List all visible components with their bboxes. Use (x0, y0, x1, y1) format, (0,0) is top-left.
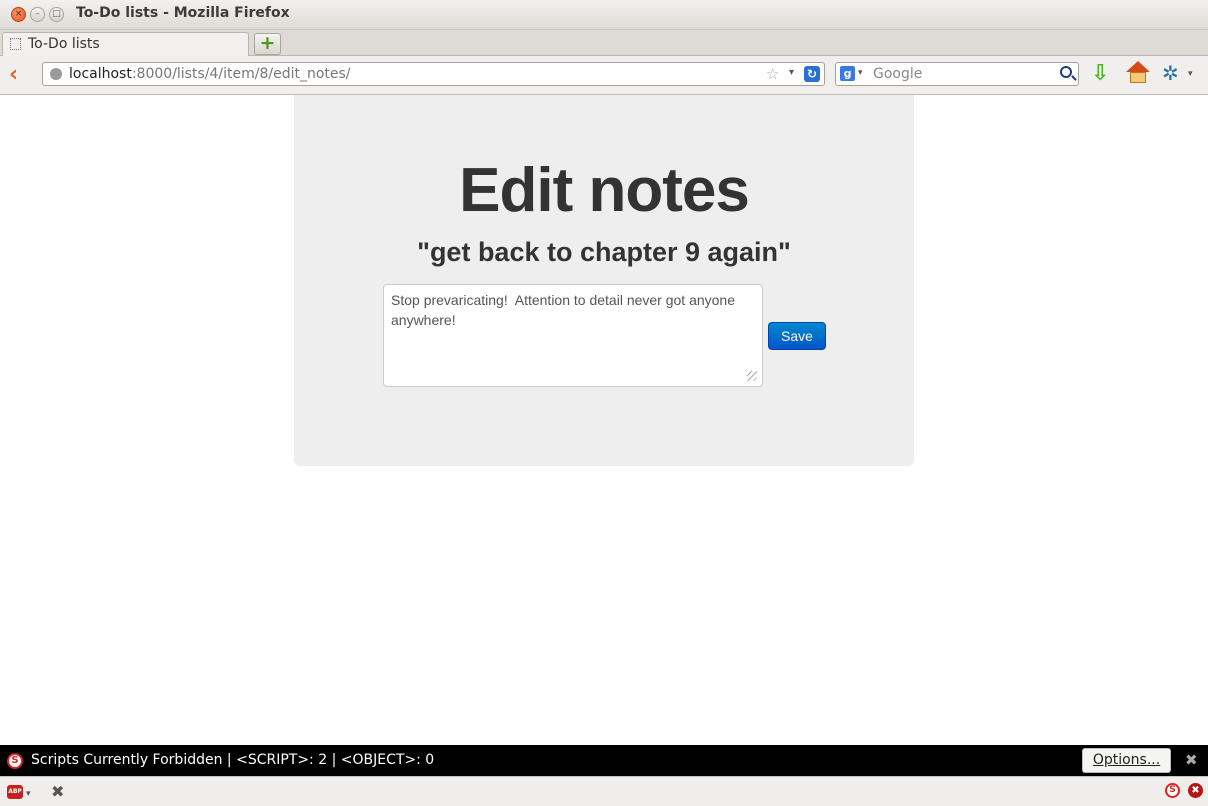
adblock-plus-icon[interactable]: ABP (7, 785, 23, 799)
home-body (1130, 72, 1146, 83)
tab-strip: To-Do lists + (0, 30, 1208, 56)
home-roof (1126, 61, 1150, 72)
tab-label: To-Do lists (28, 36, 100, 52)
noscript-status-icon[interactable]: S (1165, 783, 1180, 798)
edit-notes-panel: Edit notes "get back to chapter 9 again"… (294, 95, 914, 466)
google-icon[interactable]: g (840, 66, 855, 81)
notes-textarea[interactable]: Stop prevaricating! Attention to detail … (383, 284, 763, 387)
noscript-notification-bar: S Scripts Currently Forbidden | <SCRIPT>… (0, 745, 1208, 776)
item-title: "get back to chapter 9 again" (417, 237, 791, 267)
window-title: To-Do lists - Mozilla Firefox (76, 5, 290, 21)
search-engine-dropdown-icon[interactable]: ▾ (858, 68, 863, 78)
download-icon[interactable]: ⇩ (1091, 61, 1109, 86)
page-title: Edit notes (459, 156, 750, 225)
addon-bar: ABP ▾ ✖ S ✖ (0, 776, 1208, 806)
window-maximize-button[interactable]: □ (49, 7, 64, 22)
noscript-icon: S (7, 753, 23, 769)
url-path: :8000/lists/4/item/8/edit_notes/ (131, 66, 351, 82)
page-content: Edit notes "get back to chapter 9 again"… (1, 95, 1207, 745)
new-tab-button[interactable]: + (254, 33, 281, 55)
noscript-message: Scripts Currently Forbidden | <SCRIPT>: … (31, 752, 435, 768)
search-bar[interactable]: g ▾ Google (835, 62, 1079, 86)
addon-icon[interactable]: ✲ (1162, 61, 1179, 85)
history-dropdown-icon[interactable]: ▾ (789, 67, 794, 78)
addon-dropdown-icon[interactable]: ▾ (1188, 69, 1193, 79)
tab-todo-lists[interactable]: To-Do lists (2, 32, 249, 56)
reload-icon[interactable]: ↻ (804, 66, 820, 82)
url-host: localhost (69, 66, 132, 82)
noscript-options-button[interactable]: Options... (1082, 748, 1171, 773)
default-favicon-icon (10, 38, 21, 50)
search-input[interactable]: Google (873, 66, 922, 82)
blocked-status-icon[interactable]: ✖ (1188, 783, 1203, 798)
window-close-button[interactable]: × (11, 7, 26, 22)
url-text[interactable]: localhost:8000/lists/4/item/8/edit_notes… (69, 66, 351, 82)
adblock-dropdown-icon[interactable]: ▾ (26, 789, 31, 799)
home-icon[interactable] (1126, 61, 1150, 85)
window-minimize-button[interactable]: – (30, 7, 45, 22)
resize-grip-icon[interactable] (747, 371, 757, 381)
window-titlebar: × – □ To-Do lists - Mozilla Firefox (0, 0, 1208, 30)
back-button[interactable]: ‹ (9, 62, 18, 87)
site-identity-icon[interactable] (50, 68, 62, 80)
url-bar[interactable]: localhost:8000/lists/4/item/8/edit_notes… (42, 62, 825, 86)
save-button[interactable]: Save (768, 322, 826, 350)
addon-bar-close-icon[interactable]: ✖ (51, 782, 64, 801)
search-icon[interactable] (1060, 66, 1072, 78)
bookmark-star-icon[interactable]: ☆ (766, 65, 779, 83)
navigation-toolbar: ‹ localhost:8000/lists/4/item/8/edit_not… (0, 56, 1208, 95)
noscript-close-icon[interactable]: ✖ (1185, 751, 1198, 769)
